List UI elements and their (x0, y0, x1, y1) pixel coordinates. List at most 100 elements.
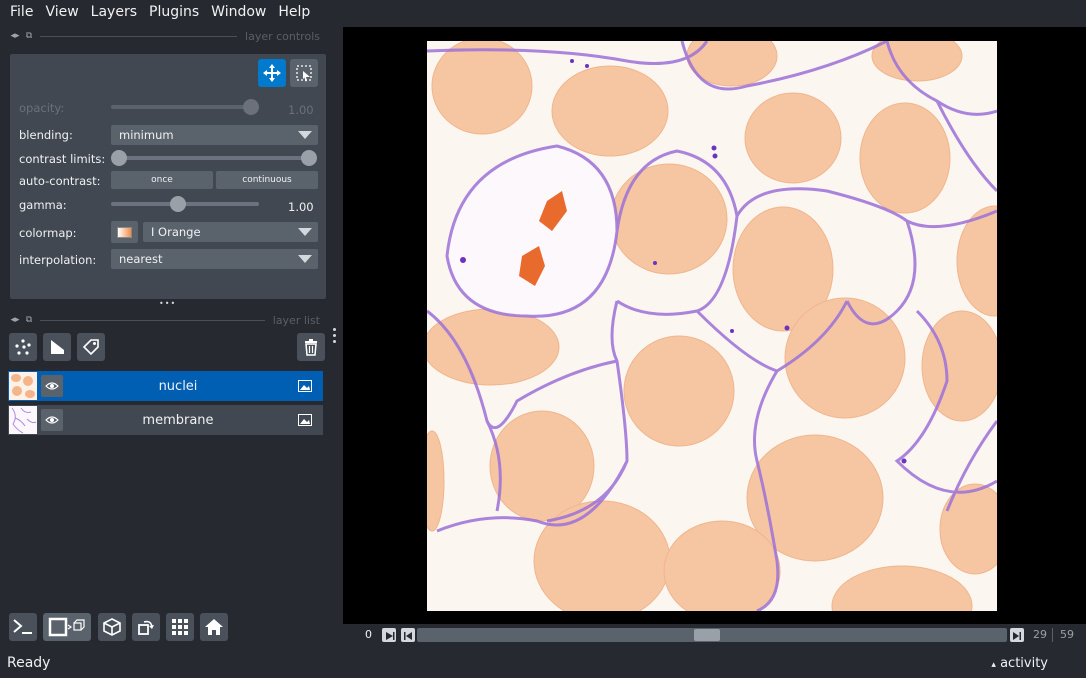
float-controls-icon[interactable]: ⧉ (22, 31, 36, 41)
nuclei-thumbnail (9, 372, 37, 400)
transform-button[interactable] (290, 59, 318, 87)
interpolation-value: nearest (119, 252, 163, 266)
step-back-icon (404, 632, 412, 640)
dim-separator (1052, 628, 1053, 642)
gamma-value: 1.00 (288, 200, 314, 214)
square-2d-icon (48, 617, 85, 637)
grid-button[interactable] (166, 613, 194, 641)
header-divider (40, 319, 265, 321)
play-button[interactable] (382, 628, 396, 642)
points-icon (15, 339, 31, 355)
hide-list-icon[interactable]: ◂▸ (8, 315, 22, 325)
layer-row-membrane[interactable]: membrane (8, 405, 323, 435)
gamma-slider-handle[interactable] (170, 196, 186, 212)
opacity-label: opacity: (19, 101, 65, 115)
transpose-button[interactable] (132, 613, 160, 641)
contrast-limits-track[interactable] (118, 156, 310, 160)
menu-window[interactable]: Window (205, 0, 272, 24)
console-button[interactable] (9, 613, 37, 641)
blending-label: blending: (19, 128, 73, 142)
new-labels-button[interactable] (77, 333, 105, 361)
eye-icon (45, 416, 59, 424)
activity-label: activity (1000, 656, 1048, 671)
gamma-label: gamma: (19, 198, 67, 212)
tag-icon (82, 339, 99, 356)
chevron-up-icon: ▴ (991, 660, 996, 670)
pan-zoom-button[interactable] (258, 59, 286, 87)
auto-contrast-label: auto-contrast: (19, 174, 101, 188)
dim-start-label: 0 (365, 628, 372, 641)
chevron-down-icon (298, 255, 312, 263)
contrast-limits-label: contrast limits: (19, 152, 106, 166)
menu-file[interactable]: File (4, 0, 39, 24)
home-icon (205, 619, 223, 635)
colormap-value: I Orange (151, 225, 201, 239)
menu-help[interactable]: Help (272, 0, 316, 24)
status-text: Ready (7, 655, 51, 671)
move-icon (263, 64, 281, 82)
dims-slider-bar: 0 29 59 (343, 625, 1086, 647)
blending-value: minimum (119, 128, 174, 142)
grid-icon (172, 619, 188, 635)
dim-current-value[interactable]: 29 (1033, 628, 1047, 641)
image-layer-icon (293, 380, 317, 392)
activity-button[interactable]: ▴ activity (991, 656, 1048, 671)
layer-controls-panel: opacity: 1.00 blending: minimum contrast… (10, 54, 326, 299)
rotate-icon (138, 620, 154, 635)
interpolation-select[interactable]: nearest (111, 249, 318, 269)
opacity-slider-handle[interactable] (243, 99, 259, 115)
layer-controls-header: ◂▸ ⧉ layer controls (8, 28, 320, 44)
layer-row-nuclei[interactable]: nuclei (8, 371, 323, 401)
step-back-button[interactable] (401, 628, 415, 642)
roll-dims-button[interactable] (98, 613, 126, 641)
home-button[interactable] (200, 613, 228, 641)
contrast-min-handle[interactable] (111, 150, 127, 166)
interpolation-label: interpolation: (19, 253, 97, 267)
shapes-icon (51, 340, 64, 354)
new-shapes-button[interactable] (43, 333, 71, 361)
menu-bar: File View Layers Plugins Window Help (0, 0, 1086, 24)
viewer-canvas[interactable] (343, 27, 1086, 624)
menu-plugins[interactable]: Plugins (143, 0, 205, 24)
delete-layer-button[interactable] (297, 333, 325, 361)
terminal-icon (13, 619, 32, 634)
auto-contrast-continuous-button[interactable]: continuous (216, 171, 318, 189)
opacity-slider-track[interactable] (111, 105, 253, 109)
trash-icon (305, 339, 317, 356)
layer-list-title: layer list (272, 313, 320, 327)
dims-slider-thumb[interactable] (694, 629, 720, 641)
menu-view[interactable]: View (39, 0, 84, 24)
colormap-swatch (117, 226, 132, 238)
microscopy-image (427, 41, 997, 611)
ndisplay-button[interactable] (43, 613, 91, 641)
step-forward-button[interactable] (1010, 628, 1024, 642)
play-icon (386, 632, 395, 640)
hide-controls-icon[interactable]: ◂▸ (8, 31, 22, 41)
new-points-button[interactable] (9, 333, 37, 361)
image-layer-icon (293, 414, 317, 426)
transform-icon (296, 65, 312, 82)
float-list-icon[interactable]: ⧉ (22, 315, 36, 325)
colormap-label: colormap: (19, 226, 77, 240)
step-forward-icon (1013, 632, 1021, 640)
dim-max-value: 59 (1060, 628, 1074, 641)
menu-layers[interactable]: Layers (85, 0, 143, 24)
colormap-preview (111, 221, 138, 243)
layer-name-nuclei: nuclei (158, 378, 198, 394)
visibility-toggle-nuclei[interactable] (41, 375, 63, 397)
auto-contrast-once-button[interactable]: once (111, 171, 213, 189)
cube-icon (103, 618, 121, 636)
chevron-down-icon (298, 131, 312, 139)
chevron-down-icon (298, 228, 312, 236)
contrast-max-handle[interactable] (301, 150, 317, 166)
vertical-splitter[interactable] (333, 328, 337, 346)
dims-slider-track[interactable] (417, 628, 1007, 642)
opacity-value: 1.00 (288, 103, 314, 117)
layer-controls-title: layer controls (245, 29, 320, 43)
eye-icon (45, 382, 59, 390)
colormap-select[interactable]: I Orange (143, 222, 318, 242)
visibility-toggle-membrane[interactable] (41, 409, 63, 431)
splitter-handle[interactable]: ••• (159, 299, 176, 308)
header-divider (40, 35, 238, 37)
blending-select[interactable]: minimum (111, 125, 318, 145)
